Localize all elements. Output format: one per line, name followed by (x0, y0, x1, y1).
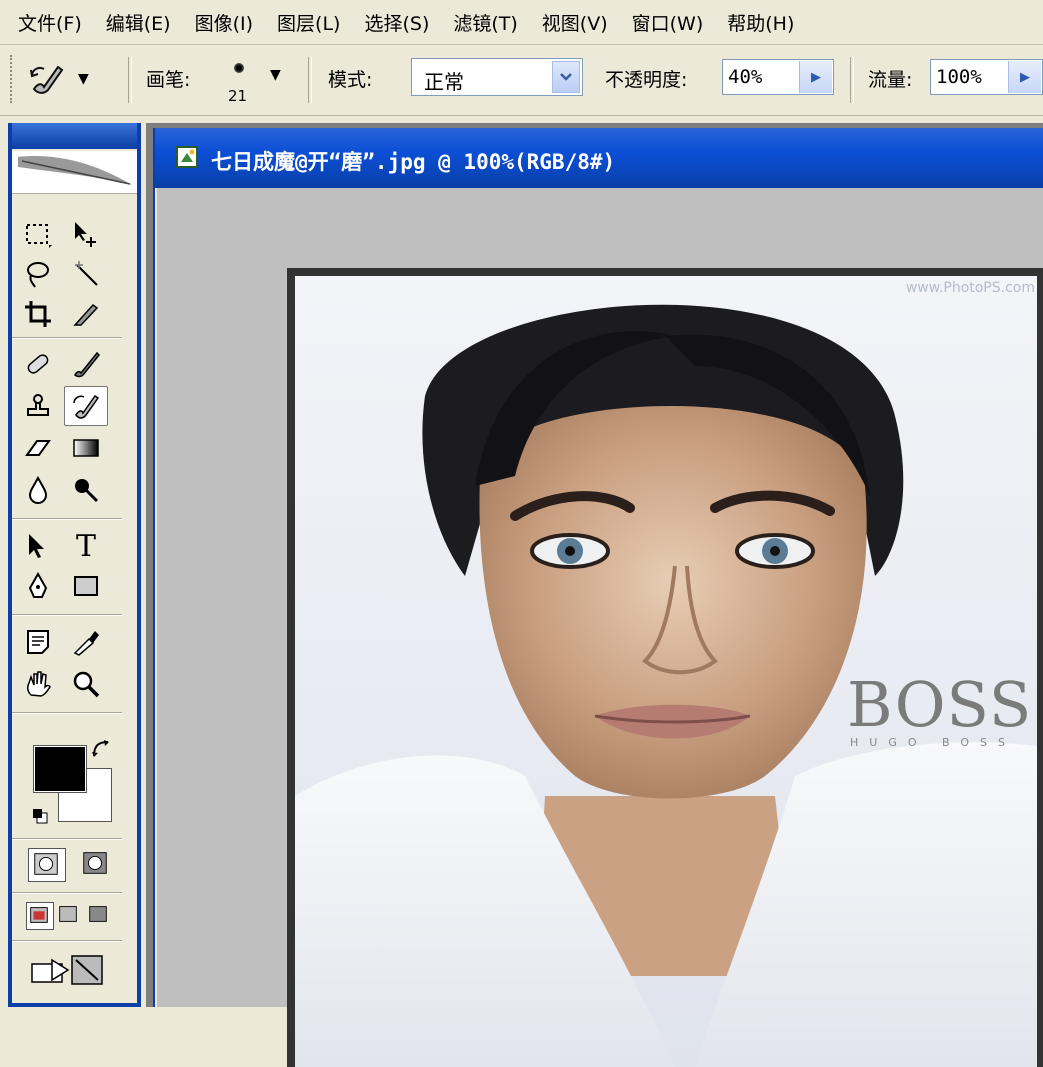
marquee-tool-icon[interactable] (16, 214, 60, 254)
opacity-slider-arrow-icon[interactable]: ▶ (799, 61, 832, 93)
menu-image[interactable]: 图像(I) (183, 9, 265, 36)
shape-tool-icon[interactable] (64, 566, 108, 606)
opacity-value: 40% (728, 66, 763, 88)
standard-screen-mode-button[interactable] (26, 902, 54, 930)
flow-field[interactable]: 100% ▶ (930, 59, 1043, 95)
path-selection-tool-icon[interactable] (16, 526, 60, 566)
mode-label: 模式: (328, 69, 373, 91)
separator (308, 57, 312, 103)
separator (12, 940, 122, 942)
lasso-tool-icon[interactable] (16, 254, 60, 294)
options-bar: ▼ 画笔: 21 ▼ 模式: 正常 不透明度: 40% ▶ 流量: 100% ▶ (0, 45, 1043, 116)
menu-file[interactable]: 文件(F) (0, 9, 94, 36)
document-title-bar[interactable]: 七日成魔@开“磨”.jpg @ 100%(RGB/8#) (155, 128, 1043, 188)
boss-logo: BOSS (847, 668, 1033, 741)
opacity-label: 不透明度: (605, 69, 688, 91)
menu-edit[interactable]: 编辑(E) (94, 9, 183, 36)
separator (12, 838, 122, 840)
separator (12, 614, 122, 616)
tool-preset-picker[interactable]: ▼ (28, 59, 104, 99)
menu-select[interactable]: 选择(S) (352, 9, 441, 36)
menu-view[interactable]: 视图(V) (530, 9, 620, 36)
brush-picker-chevron-icon[interactable]: ▼ (270, 67, 281, 83)
image-frame: www.PhotoPS.com BOSS HUGO BOSS (287, 268, 1043, 1067)
separator (12, 712, 122, 714)
flow-label: 流量: (868, 69, 913, 91)
brush-label: 画笔: (146, 69, 191, 91)
notes-tool-icon[interactable] (16, 622, 60, 662)
menu-help[interactable]: 帮助(H) (715, 9, 806, 36)
pen-tool-icon[interactable] (16, 566, 60, 606)
brush-size: 21 (228, 87, 248, 105)
separator (128, 57, 132, 103)
brush-preview[interactable]: 21 (220, 57, 260, 105)
portrait-photo[interactable]: www.PhotoPS.com BOSS HUGO BOSS (295, 276, 1037, 1067)
eraser-tool-icon[interactable] (16, 428, 60, 468)
mode-select[interactable]: 正常 (411, 58, 583, 96)
type-tool-icon[interactable]: T (64, 526, 108, 566)
menu-filter[interactable]: 滤镜(T) (441, 9, 529, 36)
document-title: 七日成魔@开“磨”.jpg @ 100%(RGB/8#) (211, 150, 616, 174)
mode-value: 正常 (424, 70, 464, 94)
standard-mode-button[interactable] (28, 848, 66, 882)
separator (12, 518, 122, 520)
toolbox-title-bar[interactable] (12, 123, 137, 149)
hand-tool-icon[interactable] (16, 664, 60, 704)
history-brush-tool-icon[interactable] (64, 386, 108, 426)
toolbar-grip[interactable] (10, 55, 16, 103)
menu-bar: 文件(F) 编辑(E) 图像(I) 图层(L) 选择(S) 滤镜(T) 视图(V… (0, 0, 1043, 45)
photoshop-document-icon (175, 144, 201, 170)
jump-to-imageready-button[interactable] (28, 950, 118, 990)
crop-tool-icon[interactable] (16, 294, 60, 334)
clone-stamp-tool-icon[interactable] (16, 386, 60, 426)
flow-value: 100% (936, 66, 982, 88)
chevron-down-icon[interactable] (552, 61, 580, 93)
separator (850, 57, 854, 103)
full-screen-mode-button[interactable] (86, 902, 112, 928)
quick-mask-mode-button[interactable] (78, 848, 114, 880)
opacity-field[interactable]: 40% ▶ (722, 59, 834, 95)
canvas-area[interactable]: www.PhotoPS.com BOSS HUGO BOSS (157, 188, 1043, 1067)
healing-brush-tool-icon[interactable] (16, 344, 60, 384)
eyedropper-tool-icon[interactable] (64, 622, 108, 662)
brush-tip-icon (234, 63, 244, 73)
history-brush-icon (30, 65, 64, 94)
type-tool-glyph: T (75, 528, 96, 564)
chevron-down-icon: ▼ (78, 71, 89, 87)
separator (12, 337, 122, 339)
magic-wand-tool-icon[interactable] (64, 254, 108, 294)
gradient-tool-icon[interactable] (64, 428, 108, 468)
feather-logo-icon[interactable] (12, 151, 137, 194)
swap-colors-icon[interactable] (90, 738, 112, 760)
foreground-color-swatch[interactable] (33, 745, 87, 793)
dodge-tool-icon[interactable] (64, 470, 108, 510)
blur-tool-icon[interactable] (16, 470, 60, 510)
flow-slider-arrow-icon[interactable]: ▶ (1008, 61, 1041, 93)
brush-tool-icon[interactable] (64, 344, 108, 384)
hugo-boss-subtitle: HUGO BOSS (850, 736, 1016, 749)
default-colors-icon[interactable] (32, 808, 48, 824)
separator (12, 892, 122, 894)
slice-tool-icon[interactable] (64, 294, 108, 334)
document-window: 七日成魔@开“磨”.jpg @ 100%(RGB/8#) www.PhotoPS… (153, 128, 1043, 1067)
move-tool-icon[interactable] (64, 214, 108, 254)
full-screen-menu-mode-button[interactable] (56, 902, 82, 928)
watermark-text: www.PhotoPS.com (905, 280, 1035, 296)
menu-window[interactable]: 窗口(W) (620, 9, 716, 36)
zoom-tool-icon[interactable] (64, 664, 108, 704)
menu-layer[interactable]: 图层(L) (265, 9, 352, 36)
